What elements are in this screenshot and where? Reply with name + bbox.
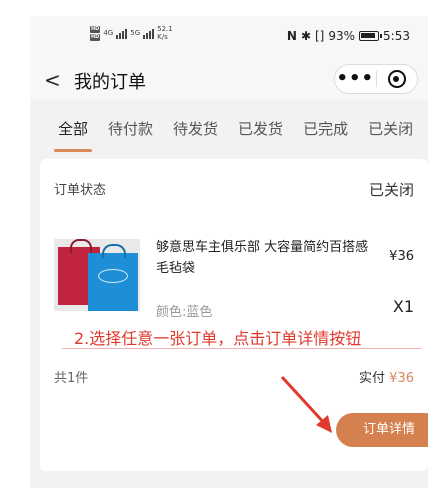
paid-label: 实付 (359, 371, 386, 386)
battery-icon (359, 31, 383, 41)
battery-percent: 93% (328, 29, 356, 43)
product-price: ¥36 (389, 249, 414, 264)
order-card[interactable]: 订单状态 已关闭 够意思车主俱乐部 大容量简约百搭感毛毡袋 ¥36 颜色:蓝色 … (40, 159, 428, 471)
speed-value: 52.1 (157, 25, 173, 33)
nfc-icon: N (286, 29, 297, 43)
nav-bar: < 我的订单 ••• (30, 60, 428, 100)
back-arrow-icon[interactable]: < (44, 68, 61, 92)
product-name[interactable]: 够意思车主俱乐部 大容量简约百搭感毛毡袋 (156, 237, 372, 279)
bottom-spacer (30, 478, 428, 488)
blue-bag-shape (88, 244, 138, 311)
network-label-1: 4G (103, 29, 114, 37)
clock: 5:53 (383, 29, 410, 43)
phone-screen: HD HD 4G 5G 52.1 K/s N ✱ [] 93% 5:53 < 我… (30, 16, 428, 488)
product-image[interactable] (54, 239, 140, 311)
more-dots-icon[interactable]: ••• (335, 65, 376, 93)
close-target-button[interactable] (376, 70, 417, 88)
product-spec: 颜色:蓝色 (156, 305, 213, 320)
hd-badge-2: HD (90, 33, 101, 41)
product-quantity: X1 (392, 297, 414, 316)
signal-icon (116, 28, 128, 39)
bluetooth-icon: ✱ (300, 29, 311, 43)
tab-pending-shipment[interactable]: 待发货 (173, 104, 218, 150)
annotation-underline (62, 348, 422, 349)
paid-amount: ¥36 (389, 371, 414, 386)
target-icon (387, 70, 406, 88)
order-detail-button[interactable]: 订单详情 (336, 413, 428, 447)
tab-closed[interactable]: 已关闭 (368, 104, 413, 150)
item-count: 共1件 (54, 371, 89, 386)
order-status-value: 已关闭 (368, 181, 414, 199)
instruction-annotation: 2.选择任意一张订单，点击订单详情按钮 (74, 329, 362, 348)
order-tabs: 全部 待付款 待发货 已发货 已完成 已关闭 (30, 104, 428, 152)
network-speed: 52.1 K/s (157, 25, 173, 41)
tab-shipped[interactable]: 已发货 (238, 104, 283, 150)
order-status-label: 订单状态 (54, 183, 107, 198)
hd-badge-1: HD (90, 25, 101, 33)
network-label-2: 5G (130, 29, 141, 37)
status-right: N ✱ [] 93% 5:53 (287, 29, 410, 43)
paid-total: 实付 ¥36 (359, 367, 414, 386)
speed-unit: K/s (157, 33, 168, 41)
miniprogram-capsule: ••• (334, 64, 418, 94)
page-title: 我的订单 (74, 72, 146, 93)
tab-pending-payment[interactable]: 待付款 (108, 104, 153, 150)
vibrate-icon: [] (315, 29, 325, 43)
status-left: HD HD 4G 5G 52.1 K/s (90, 25, 173, 41)
tab-completed[interactable]: 已完成 (303, 104, 348, 150)
bag-logo (98, 269, 128, 283)
signal-icon-2 (143, 28, 155, 39)
status-bar: HD HD 4G 5G 52.1 K/s N ✱ [] 93% 5:53 (30, 16, 428, 60)
tab-all[interactable]: 全部 (53, 104, 93, 152)
hd-icon: HD HD (90, 25, 101, 41)
